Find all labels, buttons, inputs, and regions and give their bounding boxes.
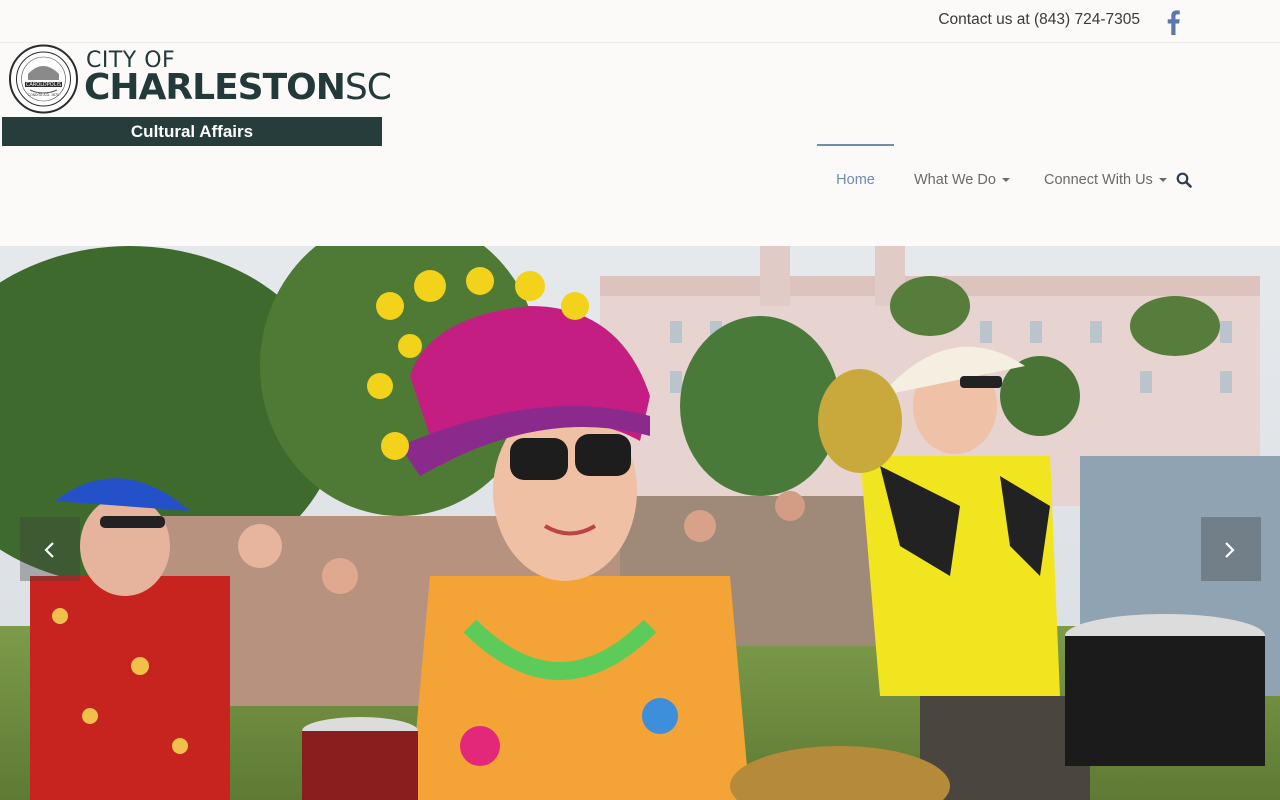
site-logo[interactable]: CAROLOPOLIS CONDITA A.D. 1670 CITY OF CH… bbox=[2, 44, 392, 146]
logo-charleston-word: CHARLESTON bbox=[84, 67, 346, 108]
contact-text: Contact us at (843) 724-7305 bbox=[938, 11, 1140, 28]
top-bar: Contact us at (843) 724-7305 bbox=[0, 0, 1280, 43]
chevron-right-icon bbox=[1225, 542, 1235, 558]
seal-text: CAROLOPOLIS bbox=[26, 82, 61, 88]
caret-down-icon bbox=[1158, 178, 1167, 183]
nav-item-connect-label: Connect With Us bbox=[1044, 172, 1153, 188]
logo-charleston: CHARLESTONSC bbox=[84, 67, 392, 108]
hero-slider bbox=[0, 246, 1280, 800]
caret-down-icon bbox=[1001, 178, 1010, 183]
nav-item-what-we-do[interactable]: What We Do bbox=[914, 144, 1010, 188]
nav-item-home-label: Home bbox=[836, 172, 875, 188]
slider-prev-button[interactable] bbox=[20, 517, 80, 581]
city-seal-icon: CAROLOPOLIS CONDITA A.D. 1670 bbox=[9, 44, 78, 114]
logo-sc: SC bbox=[344, 67, 392, 108]
chevron-left-icon bbox=[44, 542, 54, 558]
nav-item-home[interactable]: Home bbox=[817, 144, 894, 188]
site-header: CAROLOPOLIS CONDITA A.D. 1670 CITY OF CH… bbox=[0, 44, 1280, 246]
seal-subtext: CONDITA A.D. 1670 bbox=[28, 93, 59, 97]
slider-next-button[interactable] bbox=[1201, 517, 1261, 581]
nav-item-connect-with-us[interactable]: Connect With Us bbox=[1044, 144, 1167, 188]
logo-subtitle: Cultural Affairs bbox=[2, 117, 382, 146]
search-icon[interactable] bbox=[1176, 172, 1192, 188]
hero-photo bbox=[0, 246, 1280, 800]
facebook-icon[interactable] bbox=[1163, 9, 1183, 35]
nav-item-what-we-do-label: What We Do bbox=[914, 172, 996, 188]
